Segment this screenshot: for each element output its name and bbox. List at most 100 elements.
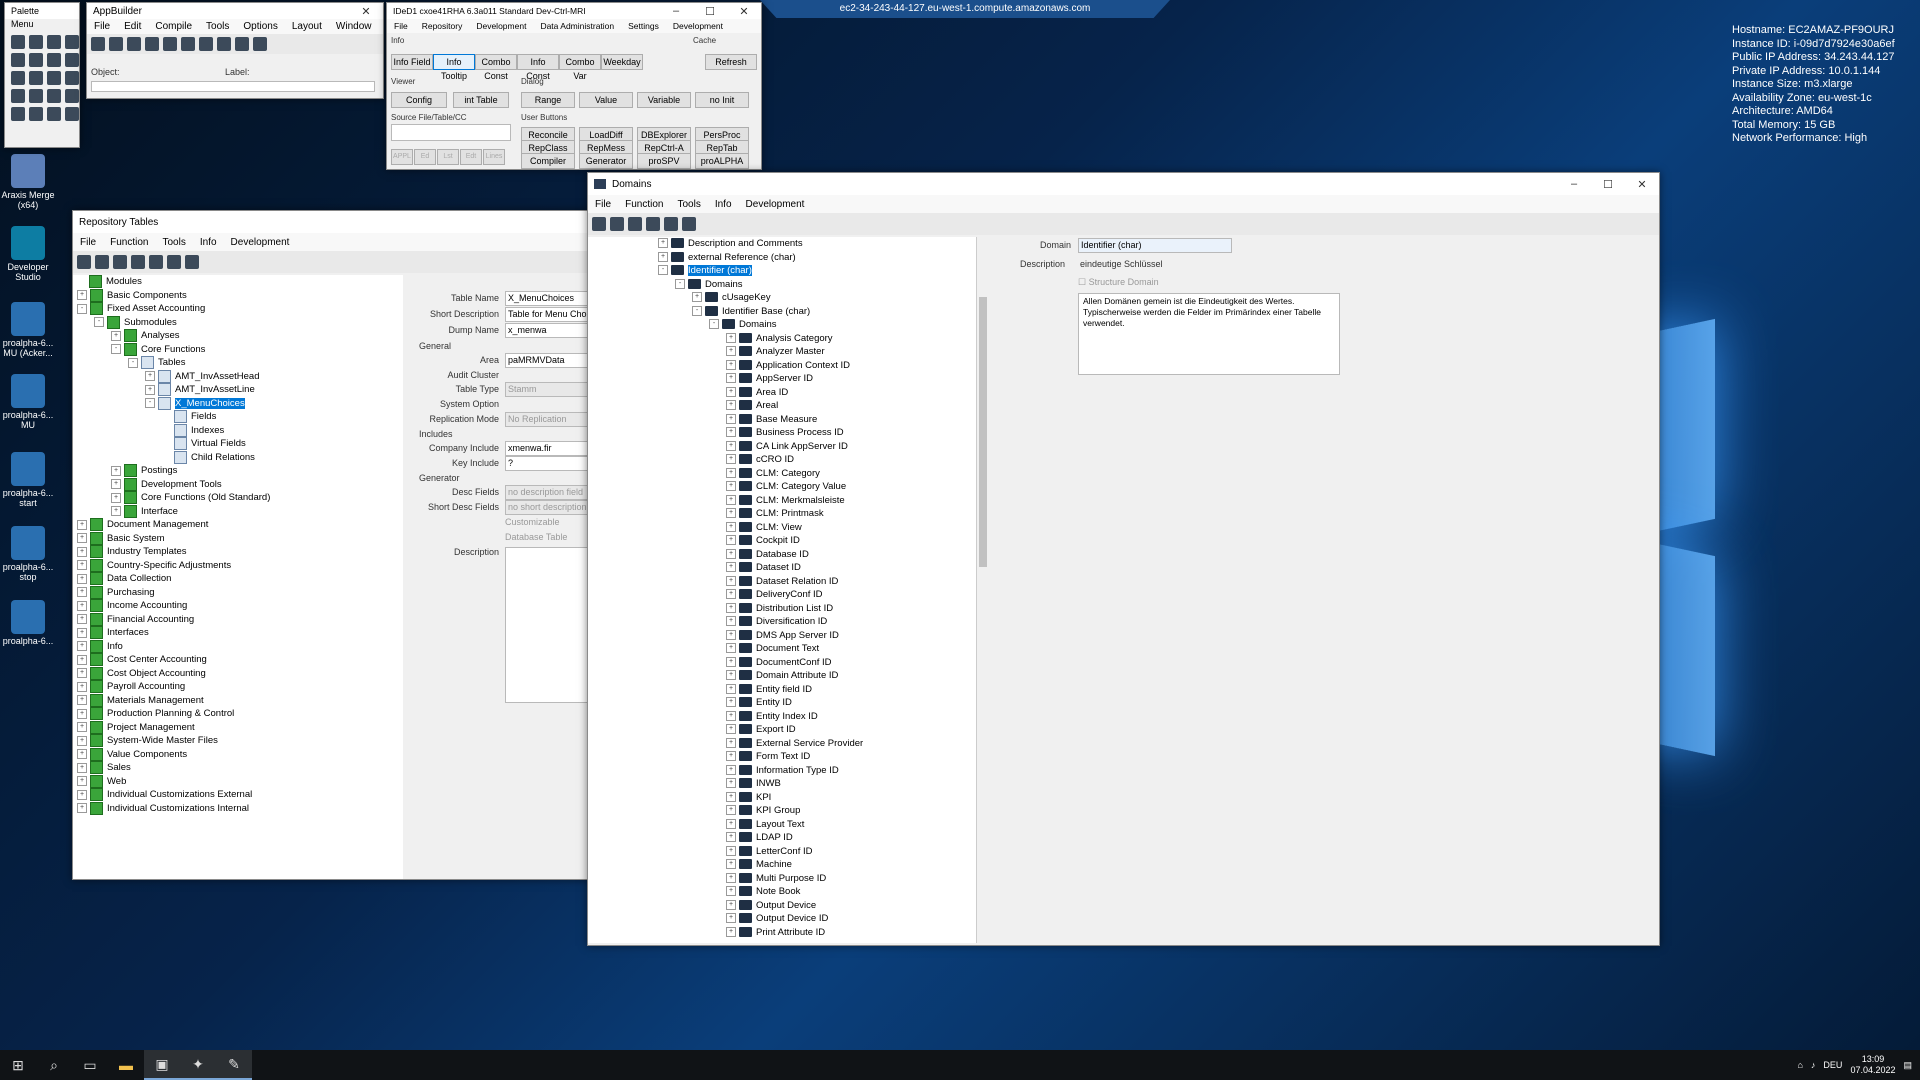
tree-row[interactable]: - Domains	[588, 318, 976, 332]
expand-icon[interactable]	[77, 255, 91, 269]
expander-icon[interactable]: +	[726, 494, 736, 505]
tree-row[interactable]: + CLM: Merkmalsleiste	[588, 494, 976, 508]
viewer-button[interactable]: Config	[391, 92, 447, 108]
tree-row[interactable]: + CLM: Printmask	[588, 507, 976, 521]
tree-row[interactable]: + Individual Customizations External	[77, 788, 403, 802]
fill-in-tool-icon[interactable]	[29, 53, 43, 67]
menu-item[interactable]: File	[73, 237, 103, 248]
expander-icon[interactable]: +	[77, 519, 87, 530]
expander-icon[interactable]: +	[726, 697, 736, 708]
text-tool-icon[interactable]	[47, 89, 61, 103]
expander-icon[interactable]: +	[77, 560, 87, 570]
tree-row[interactable]: + Document Text	[588, 642, 976, 656]
tree-row[interactable]: - Submodules	[77, 315, 403, 330]
file-explorer-icon[interactable]: ▬	[108, 1050, 144, 1080]
tree-row[interactable]: + Project Management	[77, 720, 403, 735]
expander-icon[interactable]: +	[726, 737, 736, 748]
tree-row[interactable]: + Output Device ID	[588, 912, 976, 926]
run-icon[interactable]	[163, 37, 177, 51]
tree-row[interactable]: + Sales	[77, 761, 403, 775]
tree-row[interactable]: - Core Functions	[77, 342, 403, 357]
tree-row[interactable]: + Application Context ID	[588, 359, 976, 373]
tree-row[interactable]: + Print Attribute ID	[588, 926, 976, 940]
repo-module-tree[interactable]: Modules + Basic Components - Fixed Asset Acc…	[73, 275, 403, 879]
search-icon[interactable]: ⌕	[36, 1050, 72, 1080]
tree-row[interactable]: + LDAP ID	[588, 831, 976, 845]
expander-icon[interactable]: +	[726, 724, 736, 735]
slider-tool-icon[interactable]	[29, 71, 43, 85]
tool-button[interactable]: Info Tooltip	[433, 54, 475, 81]
tree-row[interactable]: + Core Functions (Old Standard)	[77, 491, 403, 505]
expander-icon[interactable]: +	[726, 926, 736, 937]
expander-icon[interactable]: +	[692, 292, 702, 303]
tree-row[interactable]: + Layout Text	[588, 818, 976, 832]
close-icon[interactable]: ✕	[1625, 178, 1659, 191]
tree-row[interactable]: + Domain Attribute ID	[588, 669, 976, 683]
tree-row[interactable]: + KPI	[588, 791, 976, 805]
tree-row[interactable]: - Identifier Base (char)	[588, 305, 976, 319]
tool-button[interactable]: Info Const	[517, 54, 559, 81]
print-icon[interactable]	[145, 37, 159, 51]
tree-row[interactable]: - X_MenuChoices	[77, 396, 403, 411]
tool-button[interactable]: Info Field	[391, 54, 433, 70]
tree-row[interactable]: + Individual Customizations Internal	[77, 801, 403, 816]
open-icon[interactable]	[109, 37, 123, 51]
menu-item[interactable]: Tools	[199, 21, 236, 32]
form-field[interactable]: Stamm	[505, 382, 589, 397]
form-field[interactable]: xmenwa.fir	[505, 441, 589, 456]
browse-tool-icon[interactable]	[65, 35, 79, 49]
tree-row[interactable]: - Fixed Asset Accounting	[77, 302, 403, 316]
radio-tool-icon[interactable]	[65, 53, 79, 67]
expander-icon[interactable]: +	[77, 708, 87, 719]
tree-row[interactable]: + AppServer ID	[588, 372, 976, 386]
expander-icon[interactable]: +	[77, 722, 87, 732]
menu-item[interactable]: Development	[469, 21, 533, 31]
tree-row[interactable]: + DocumentConf ID	[588, 656, 976, 670]
new-icon[interactable]	[610, 217, 624, 231]
tree-row[interactable]: + INWB	[588, 777, 976, 791]
expander-icon[interactable]: +	[658, 251, 668, 262]
desktop-icon[interactable]: proalpha-6...	[0, 600, 56, 646]
domains-tree[interactable]: + Description and Comments + external Refer…	[588, 237, 977, 943]
tree-row[interactable]: + Cost Center Accounting	[77, 653, 403, 667]
ocx-tool-icon[interactable]	[65, 89, 79, 103]
tree-row[interactable]: + Production Planning & Control	[77, 707, 403, 721]
list-icon[interactable]	[199, 37, 213, 51]
expander-icon[interactable]: +	[726, 899, 736, 910]
open-icon[interactable]	[113, 255, 127, 269]
menu-item[interactable]: Repository	[415, 21, 470, 31]
tree-row[interactable]: + cCRO ID	[588, 453, 976, 467]
expander-icon[interactable]: +	[726, 373, 736, 384]
object-scrollbar[interactable]	[91, 81, 375, 92]
source-small-button[interactable]: Lst	[437, 149, 459, 165]
expander-icon[interactable]: +	[145, 371, 155, 381]
tool-button[interactable]: Compiler	[521, 153, 575, 169]
tree-row[interactable]: - Identifier (char)	[588, 264, 976, 278]
tree-row[interactable]: + AMT_InvAssetLine	[77, 383, 403, 397]
expander-icon[interactable]: +	[726, 427, 736, 438]
expander-icon[interactable]: +	[111, 330, 121, 341]
expander-icon[interactable]: +	[77, 546, 87, 557]
expander-icon[interactable]: +	[726, 845, 736, 856]
button-tool-icon[interactable]	[11, 53, 25, 67]
expander-icon[interactable]: -	[692, 305, 702, 316]
tree-row[interactable]: + Cockpit ID	[588, 534, 976, 548]
tree-row[interactable]: + System-Wide Master Files	[77, 734, 403, 748]
expander-icon[interactable]: +	[726, 764, 736, 775]
menu-item[interactable]: File	[387, 21, 415, 31]
expander-icon[interactable]: +	[726, 751, 736, 762]
tree-row[interactable]: + Materials Management	[77, 693, 403, 708]
form-field[interactable]: X_MenuChoices	[505, 291, 589, 306]
tree-row[interactable]: + Multi Purpose ID	[588, 872, 976, 886]
db-field-tool-icon[interactable]	[29, 107, 43, 121]
tree-row[interactable]: + Analyzer Master	[588, 345, 976, 359]
tool-button[interactable]: proALPHA	[695, 153, 749, 169]
dialog-button[interactable]: Value	[579, 92, 633, 108]
delete-icon[interactable]	[664, 217, 678, 231]
expander-icon[interactable]: +	[726, 859, 736, 870]
expander-icon[interactable]: +	[111, 479, 121, 489]
tree-row[interactable]: + Interfaces	[77, 626, 403, 640]
expander-icon[interactable]: +	[77, 573, 87, 584]
expander-icon[interactable]: +	[77, 614, 87, 624]
query-tool-icon[interactable]	[47, 35, 61, 49]
